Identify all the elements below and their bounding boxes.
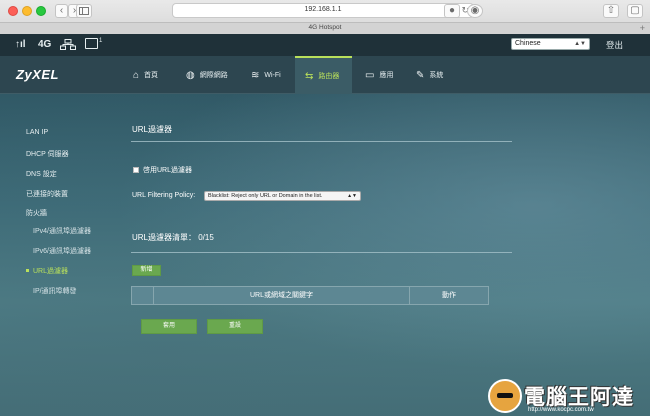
sidebar-item-firewall[interactable]: 防火牆 — [26, 208, 47, 218]
chevron-down-icon: ▲▼ — [347, 193, 357, 199]
main-nav: ZyXEL ⌂ 首頁 ◍ 網際網路 ≋ Wi-Fi ⇆ 路由器 ▭ 應用 ✎ 系… — [0, 56, 650, 94]
tab-bar: 4G Hotspot + — [0, 22, 650, 34]
status-bar: ↑ıl 4G 1 Chinese ▲▼ 登出 — [0, 34, 650, 56]
nav-wifi[interactable]: ≋ Wi-Fi — [241, 56, 293, 94]
wrench-icon: ✎ — [416, 69, 425, 81]
sidebar-item-dhcp[interactable]: DHCP 伺服器 — [26, 149, 69, 159]
zoom-window-button[interactable] — [36, 6, 46, 16]
router-icon: ⇆ — [305, 70, 314, 82]
sidebar-item-port-forwarding[interactable]: IP/通訊埠轉發 — [33, 286, 77, 296]
logout-link[interactable]: 登出 — [606, 39, 623, 51]
list-title: URL過濾器清單： 0/15 — [132, 233, 214, 242]
policy-value: Blacklist: Reject only URL or Domain in … — [208, 193, 323, 199]
language-select[interactable]: Chinese ▲▼ — [511, 38, 590, 50]
nav-internet-label: 網際網路 — [199, 72, 228, 79]
apply-button[interactable]: 套用 — [141, 319, 197, 334]
extension-avatar-button[interactable]: ◉ — [467, 4, 483, 18]
address-bar[interactable]: 192.168.1.1 ↻ — [172, 3, 474, 18]
sidebar-icon — [79, 7, 89, 15]
new-tab-button[interactable]: + — [640, 23, 645, 33]
nav-wifi-label: Wi-Fi — [264, 71, 281, 79]
lan-icon — [60, 39, 76, 50]
nav-apps[interactable]: ▭ 應用 — [355, 56, 405, 94]
add-button[interactable]: 新增 — [132, 265, 161, 276]
enable-url-filter-checkbox[interactable] — [133, 167, 139, 173]
nav-system[interactable]: ✎ 系統 — [406, 56, 458, 94]
browser-chrome: ‹ › 192.168.1.1 ↻ ● ◉ ⇧ ▢ 4G Hotspot + — [0, 0, 650, 34]
router-page: ↑ıl 4G 1 Chinese ▲▼ 登出 ZyXEL ⌂ 首頁 ◍ 網際網路… — [0, 34, 650, 416]
nav-system-label: 系統 — [429, 72, 444, 79]
url-table-header: URL或網域之關鍵字 動作 — [131, 286, 489, 305]
sidebar-item-dns[interactable]: DNS 設定 — [26, 169, 57, 179]
active-bullet-icon — [26, 269, 29, 272]
watermark: 電腦王阿達 http://www.kocpc.com.tw — [488, 379, 643, 415]
nav-home[interactable]: ⌂ 首頁 — [123, 56, 174, 94]
sidebar-toggle-button[interactable] — [76, 4, 92, 18]
address-text: 192.168.1.1 — [304, 6, 342, 13]
policy-select[interactable]: Blacklist: Reject only URL or Domain in … — [204, 191, 361, 201]
browser-toolbar: ‹ › 192.168.1.1 ↻ ● ◉ ⇧ ▢ — [0, 0, 650, 22]
sidebar-item-ipv4-filter[interactable]: IPv4/通訊埠過濾器 — [33, 226, 91, 236]
network-type: 4G — [38, 39, 52, 50]
tabs-overview-button[interactable]: ▢ — [627, 4, 643, 18]
sidebar-item-lan-ip[interactable]: LAN IP — [26, 129, 48, 136]
extension-button[interactable]: ● — [444, 4, 460, 18]
enable-url-filter-label: 啓用URL過濾器 — [143, 167, 193, 174]
share-button[interactable]: ⇧ — [603, 4, 619, 18]
globe-icon: ◍ — [186, 69, 195, 81]
list-divider — [131, 252, 512, 253]
sidebar-item-devices[interactable]: 已連接的裝置 — [26, 189, 68, 199]
mascot-icon — [488, 379, 522, 413]
back-button[interactable]: ‹ — [55, 4, 68, 18]
minimize-window-button[interactable] — [22, 6, 32, 16]
signal-icon: ↑ıl — [15, 39, 26, 50]
chevron-down-icon: ▲▼ — [574, 41, 586, 47]
policy-label: URL Filtering Policy: — [132, 192, 196, 199]
zyxel-logo: ZyXEL — [16, 67, 59, 82]
tab-title[interactable]: 4G Hotspot — [0, 24, 650, 31]
title-divider — [131, 141, 512, 142]
nav-home-label: 首頁 — [144, 72, 159, 79]
nav-router[interactable]: ⇆ 路由器 — [295, 56, 352, 94]
wifi-icon: ≋ — [251, 69, 260, 81]
close-window-button[interactable] — [8, 6, 18, 16]
language-value: Chinese — [515, 40, 541, 47]
sidebar-item-url-filter[interactable]: URL過濾器 — [33, 266, 68, 276]
page-title: URL過濾器 — [132, 125, 173, 134]
sim-card-icon — [85, 38, 98, 49]
nav-router-label: 路由器 — [318, 73, 340, 80]
home-icon: ⌂ — [133, 69, 140, 81]
sidebar-item-ipv6-filter[interactable]: IPv6/通訊埠過濾器 — [33, 246, 91, 256]
watermark-url: http://www.kocpc.com.tw — [528, 407, 594, 413]
monitor-icon: ▭ — [365, 69, 375, 81]
column-action: 動作 — [442, 292, 456, 299]
column-keyword: URL或網域之關鍵字 — [249, 292, 313, 299]
sim-count: 1 — [99, 38, 103, 44]
nav-apps-label: 應用 — [379, 72, 394, 79]
nav-internet[interactable]: ◍ 網際網路 — [176, 56, 238, 94]
reset-button[interactable]: 重設 — [207, 319, 263, 334]
